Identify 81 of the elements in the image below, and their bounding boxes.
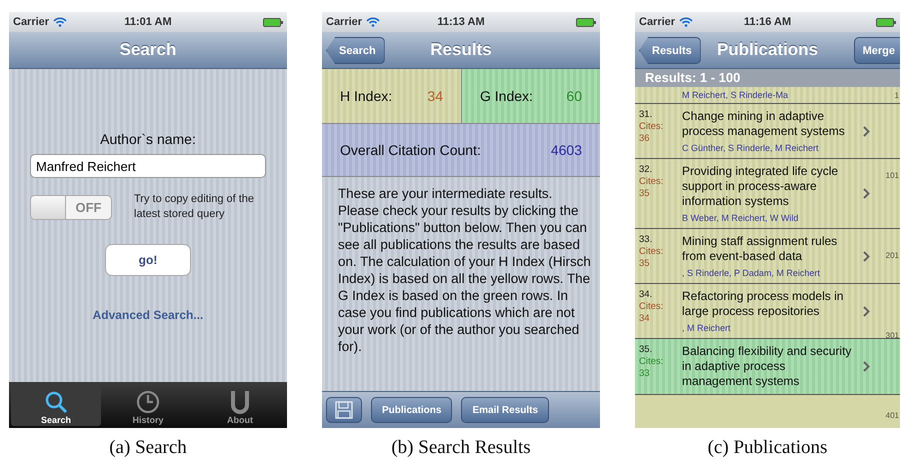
cites-label: Cites: bbox=[639, 121, 664, 133]
clock-icon bbox=[136, 390, 160, 414]
author-list: M Reichert, S Rinderle-Ma bbox=[682, 90, 788, 100]
chevron-icon bbox=[863, 126, 870, 136]
wifi-icon bbox=[679, 17, 694, 27]
toolbar-button[interactable]: Email Results bbox=[461, 397, 550, 423]
publication-row[interactable]: 31. Cites: 36 Change mining in adaptive process management systems C Günther, S Rinderle, M Reichert bbox=[635, 104, 900, 159]
battery-icon bbox=[576, 18, 596, 26]
search-icon bbox=[44, 390, 68, 414]
wifi-icon bbox=[53, 17, 68, 27]
toggle-switch[interactable]: OFF bbox=[30, 194, 112, 220]
author-list: B Weber, M Reichert, W Wild bbox=[682, 213, 855, 223]
advanced-search-link[interactable]: Advanced Search... bbox=[92, 308, 204, 322]
chevron-icon bbox=[863, 250, 870, 262]
section-header-text: Results: 1 - 100 bbox=[645, 70, 740, 85]
citation-count-value: 4603 bbox=[550, 142, 582, 158]
section-index-label[interactable]: 401 bbox=[886, 411, 899, 420]
cites-label: Cites: bbox=[639, 246, 664, 258]
section-index-label[interactable]: 301 bbox=[886, 331, 899, 340]
cites-count: 35 bbox=[639, 258, 651, 270]
section-index-label[interactable]: 1 bbox=[894, 91, 899, 100]
back-button[interactable]: Search bbox=[326, 37, 385, 64]
tab[interactable]: About bbox=[195, 384, 285, 426]
go-button[interactable]: go! bbox=[105, 244, 191, 276]
g-index-value: 60 bbox=[566, 88, 582, 104]
screen-title: Search bbox=[120, 40, 176, 60]
row-number: 32. bbox=[639, 164, 654, 176]
publication-title: Refactoring process models in large process repositories bbox=[682, 289, 844, 319]
chevron-icon bbox=[863, 306, 870, 316]
battery-icon bbox=[263, 18, 283, 26]
section-index-label[interactable]: 201 bbox=[886, 251, 899, 260]
author-list: , S Rinderle, P Dadam, M Reichert bbox=[682, 268, 855, 278]
cites-label: Cites: bbox=[639, 176, 664, 188]
chevron-icon bbox=[863, 361, 870, 372]
cites-count: 35 bbox=[639, 188, 651, 200]
row-number: 35. bbox=[639, 344, 654, 356]
g-index-label: G Index: bbox=[480, 88, 533, 104]
citation-count-label: Overall Citation Count: bbox=[340, 142, 481, 158]
chevron-icon bbox=[863, 188, 870, 199]
author-list: C Günther, S Rinderle, M Reichert bbox=[682, 143, 855, 153]
status-time: 11:16 AM bbox=[744, 16, 792, 28]
screen-title: Publications bbox=[716, 40, 818, 60]
author-list: , M Reichert bbox=[682, 323, 855, 333]
publication-title: Mining staff assignment rules from event-based data bbox=[682, 234, 838, 264]
status-time: 11:13 AM bbox=[437, 16, 485, 28]
cites-label: Cites: bbox=[639, 356, 664, 368]
status-time: 11:01 AM bbox=[124, 16, 172, 28]
battery-icon bbox=[876, 18, 896, 26]
publication-title: Change mining in adaptive process management systems bbox=[682, 109, 846, 139]
merge-button[interactable]: Merge bbox=[854, 37, 900, 64]
publication-title: Providing integrated life cycle support in process-aware information systems bbox=[682, 164, 840, 209]
h-index-label: H Index: bbox=[340, 88, 392, 104]
publication-row[interactable]: 35. Cites: 33 Balancing flexibility and security in adaptive process management systems bbox=[635, 339, 900, 395]
toggle-hint: Try to copy editing of the latest stored query bbox=[134, 192, 256, 222]
info-paragraph: These are your intermediate results. Please check your results by clicking the "Publications" button below. Then you can see all publications the results are based on. The calculation of your H Index (Hirsch Index) is based on all the yellow rows. The G Index is based on the green rows. In case you find publications which are not your work (or of the author you searched for). bbox=[338, 185, 592, 355]
carrier-label: Carrier bbox=[326, 16, 362, 28]
field-label: Author`s name: bbox=[100, 131, 196, 147]
figure-caption: (a) Search bbox=[109, 437, 187, 459]
save-button[interactable] bbox=[326, 397, 362, 423]
wifi-icon bbox=[366, 17, 380, 27]
row-number: 33. bbox=[639, 234, 654, 246]
publication-title: Balancing flexibility and security in adaptive process management systems bbox=[682, 344, 852, 389]
tab[interactable]: Search bbox=[11, 384, 101, 426]
tab[interactable]: History bbox=[103, 384, 193, 426]
section-index-label[interactable]: 101 bbox=[886, 171, 899, 180]
row-number: 31. bbox=[639, 109, 654, 121]
u-shape-icon bbox=[230, 390, 250, 414]
carrier-label: Carrier bbox=[13, 16, 50, 28]
back-button[interactable]: Results bbox=[639, 37, 701, 64]
h-index-value: 34 bbox=[427, 88, 443, 104]
carrier-label: Carrier bbox=[639, 16, 676, 28]
toolbar-button[interactable]: Publications bbox=[371, 397, 452, 423]
row-number: 34. bbox=[639, 289, 654, 301]
cites-count: 33 bbox=[639, 368, 651, 380]
author-name-field[interactable]: Manfred Reichert bbox=[30, 154, 266, 178]
screen-title: Results bbox=[430, 40, 492, 60]
figure-caption: (b) Search Results bbox=[391, 437, 531, 459]
cites-label: Cites: bbox=[639, 301, 664, 313]
cites-count: 36 bbox=[639, 133, 651, 145]
cites-count: 34 bbox=[639, 313, 651, 325]
figure-caption: (c) Publications bbox=[708, 437, 828, 459]
